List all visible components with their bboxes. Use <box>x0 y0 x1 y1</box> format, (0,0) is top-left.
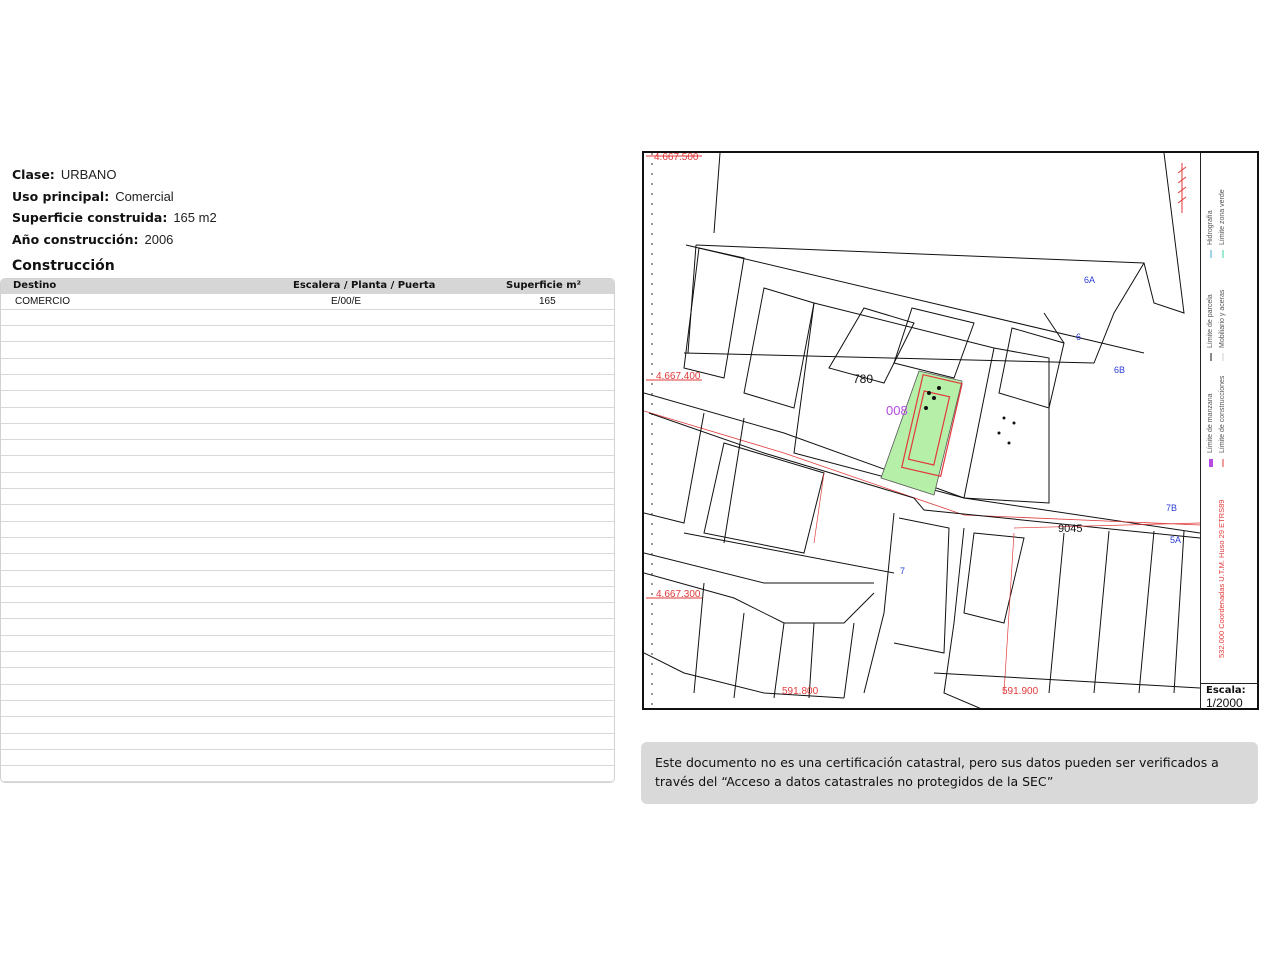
scale-label: Escala: <box>1206 685 1246 696</box>
table-header: Destino Escalera / Planta / Puerta Super… <box>1 279 614 294</box>
empty-table-row <box>1 326 614 343</box>
empty-table-row <box>1 343 614 359</box>
empty-table-row <box>1 750 614 767</box>
uso-principal-value: Comercial <box>115 189 174 204</box>
empty-table-row <box>1 473 614 489</box>
house-number-7: 7 <box>900 566 905 576</box>
clase-value: URBANO <box>60 167 117 182</box>
selected-parcel <box>880 370 963 496</box>
empty-table-row <box>1 489 614 506</box>
uso-principal-row: Uso principal: Comercial <box>12 188 174 206</box>
empty-table-row <box>1 555 614 571</box>
house-number-6b: 6B <box>1114 365 1125 375</box>
empty-table-row <box>1 538 614 555</box>
cell-escalera: E/00/E <box>331 296 362 307</box>
cell-superficie: 165 <box>539 296 556 307</box>
uso-principal-label: Uso principal: <box>12 189 110 204</box>
coord-x-right: 591.900 <box>1002 686 1039 697</box>
header-destino: Destino <box>13 280 57 291</box>
empty-table-row <box>1 392 614 408</box>
empty-table-row <box>1 587 614 604</box>
empty-table-row <box>1 506 614 522</box>
scale-value: 1/2000 <box>1206 696 1243 710</box>
empty-table-row <box>1 652 614 669</box>
legend-symbols <box>1209 250 1224 467</box>
empty-table-row <box>1 701 614 718</box>
coord-y-top: 4.667.500 <box>654 153 699 163</box>
parcel-780: 780 <box>853 372 873 386</box>
empty-table-row <box>1 603 614 620</box>
parcel-line <box>713 153 721 234</box>
house-number-5a: 5A <box>1170 535 1181 545</box>
empty-table-row <box>1 457 614 473</box>
empty-table-row <box>1 359 614 375</box>
empty-table-row <box>1 571 614 587</box>
header-superficie: Superficie m² <box>506 280 582 291</box>
clase-row: Clase: URBANO <box>12 166 116 184</box>
scale-box: Escala: 1/2000 <box>1200 683 1259 710</box>
cadastral-map: 4.667.500 4.667.400 4.667.300 591.800 59… <box>642 151 1259 710</box>
map-legend: Límite de manzana Límite de parcela Hidr… <box>1200 153 1259 683</box>
empty-table-row <box>1 375 614 392</box>
superficie-label: Superficie construida: <box>12 210 168 225</box>
empty-table-row <box>1 522 614 538</box>
superficie-row: Superficie construida: 165 m2 <box>12 209 217 227</box>
parcel-ref-008: 008 <box>886 403 908 418</box>
coord-x-left: 591.800 <box>782 686 819 697</box>
table-row: COMERCIO E/00/E 165 <box>1 294 614 310</box>
coord-y-low: 4.667.300 <box>656 589 701 600</box>
empty-table-row <box>1 718 614 734</box>
empty-table-row <box>1 636 614 652</box>
empty-table-row <box>1 669 614 685</box>
construccion-title: Construcción <box>12 258 115 274</box>
empty-table-row <box>1 766 614 782</box>
ano-construccion-row: Año construcción: 2006 <box>12 231 173 249</box>
map-drawing: 4.667.500 4.667.400 4.667.300 591.800 59… <box>644 153 1200 710</box>
coordinates-note: 532.000 Coordenadas U.T.M. Huso 29 ETRS8… <box>1217 499 1226 658</box>
clase-label: Clase: <box>12 167 55 182</box>
superficie-value: 165 m2 <box>173 210 217 225</box>
empty-table-row <box>1 734 614 750</box>
construccion-table: Destino Escalera / Planta / Puerta Super… <box>0 278 615 783</box>
ano-construccion-label: Año construcción: <box>12 232 139 247</box>
empty-table-row <box>1 440 614 457</box>
parcel-9045: 9045 <box>1058 523 1082 535</box>
empty-table-row <box>1 408 614 424</box>
ano-construccion-value: 2006 <box>144 232 174 247</box>
header-escalera: Escalera / Planta / Puerta <box>293 280 436 291</box>
empty-table-row <box>1 424 614 441</box>
house-number-6: 6 <box>1076 332 1081 342</box>
disclaimer-notice: Este documento no es una certificación c… <box>641 742 1258 804</box>
coord-y-mid: 4.667.400 <box>656 371 701 382</box>
empty-table-row <box>1 685 614 701</box>
empty-table-row <box>1 310 614 326</box>
house-number-6a: 6A <box>1084 275 1095 285</box>
cell-destino: COMERCIO <box>15 296 70 307</box>
house-number-7b: 7B <box>1166 503 1177 513</box>
empty-table-row <box>1 620 614 636</box>
